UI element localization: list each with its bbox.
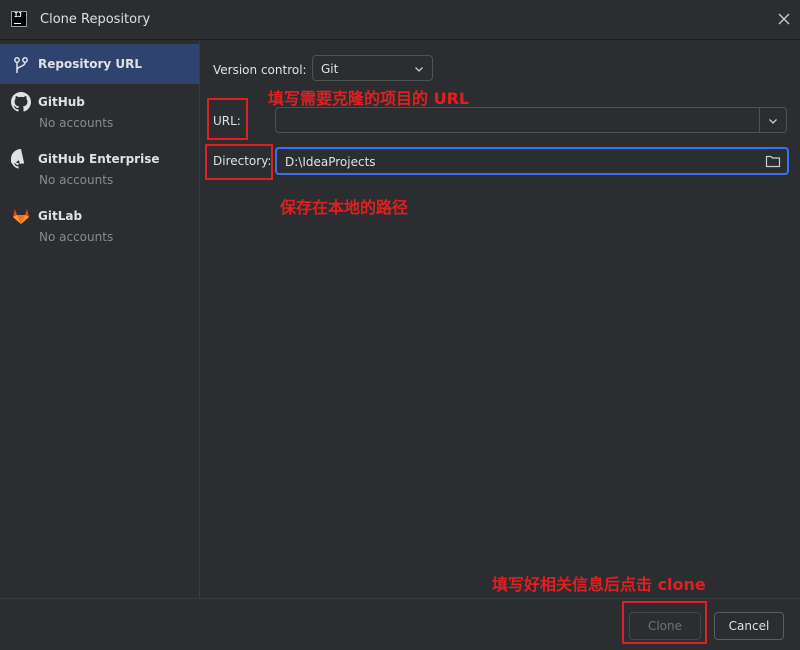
sidebar-item-gitlab[interactable]: GitLab No accounts [0, 204, 199, 254]
github-icon [9, 149, 31, 169]
url-field[interactable] [275, 107, 787, 133]
version-control-label: Version control: [213, 63, 307, 77]
sidebar-item-label: GitHub [38, 95, 85, 109]
sidebar-item-sublabel: No accounts [39, 173, 114, 187]
sidebar-item-github-enterprise[interactable]: GitHub Enterprise No accounts [0, 147, 199, 197]
chevron-down-icon [769, 119, 777, 124]
sidebar-item-repository-url[interactable]: Repository URL [0, 44, 199, 84]
sidebar-item-github[interactable]: GitHub No accounts [0, 90, 199, 140]
url-input[interactable] [284, 108, 754, 132]
directory-annotation-box [205, 144, 273, 180]
cancel-button[interactable]: Cancel [714, 612, 784, 640]
directory-annotation-text: 保存在本地的路径 [280, 198, 409, 217]
url-annotation-box [207, 98, 248, 140]
clone-annotation-text: 填写好相关信息后点击 clone [492, 575, 706, 594]
window-title: Clone Repository [40, 12, 151, 27]
main-panel: Version control: Git URL: Directory: [201, 41, 800, 598]
directory-field[interactable] [275, 147, 789, 175]
title-bar: Clone Repository [0, 0, 800, 40]
version-control-select[interactable]: Git [312, 55, 433, 81]
sidebar-item-sublabel: No accounts [39, 230, 114, 244]
clone-annotation-box [622, 601, 707, 644]
vcs-branch-icon [11, 56, 31, 76]
version-control-value: Git [321, 62, 339, 76]
directory-input[interactable] [285, 150, 755, 174]
close-icon[interactable] [776, 11, 792, 27]
chevron-down-icon [413, 63, 425, 78]
intellij-icon [11, 11, 27, 27]
sidebar: Repository URL GitHub No accounts GitHub… [0, 41, 200, 598]
sidebar-item-label: Repository URL [38, 57, 142, 71]
folder-icon[interactable] [765, 154, 781, 171]
sidebar-item-sublabel: No accounts [39, 116, 114, 130]
url-history-dropdown[interactable] [759, 108, 786, 132]
url-annotation-text: 填写需要克隆的项目的 URL [268, 89, 470, 108]
sidebar-item-label: GitHub Enterprise [38, 152, 160, 166]
sidebar-item-label: GitLab [38, 209, 83, 223]
gitlab-icon [11, 206, 31, 226]
github-icon [11, 92, 31, 112]
